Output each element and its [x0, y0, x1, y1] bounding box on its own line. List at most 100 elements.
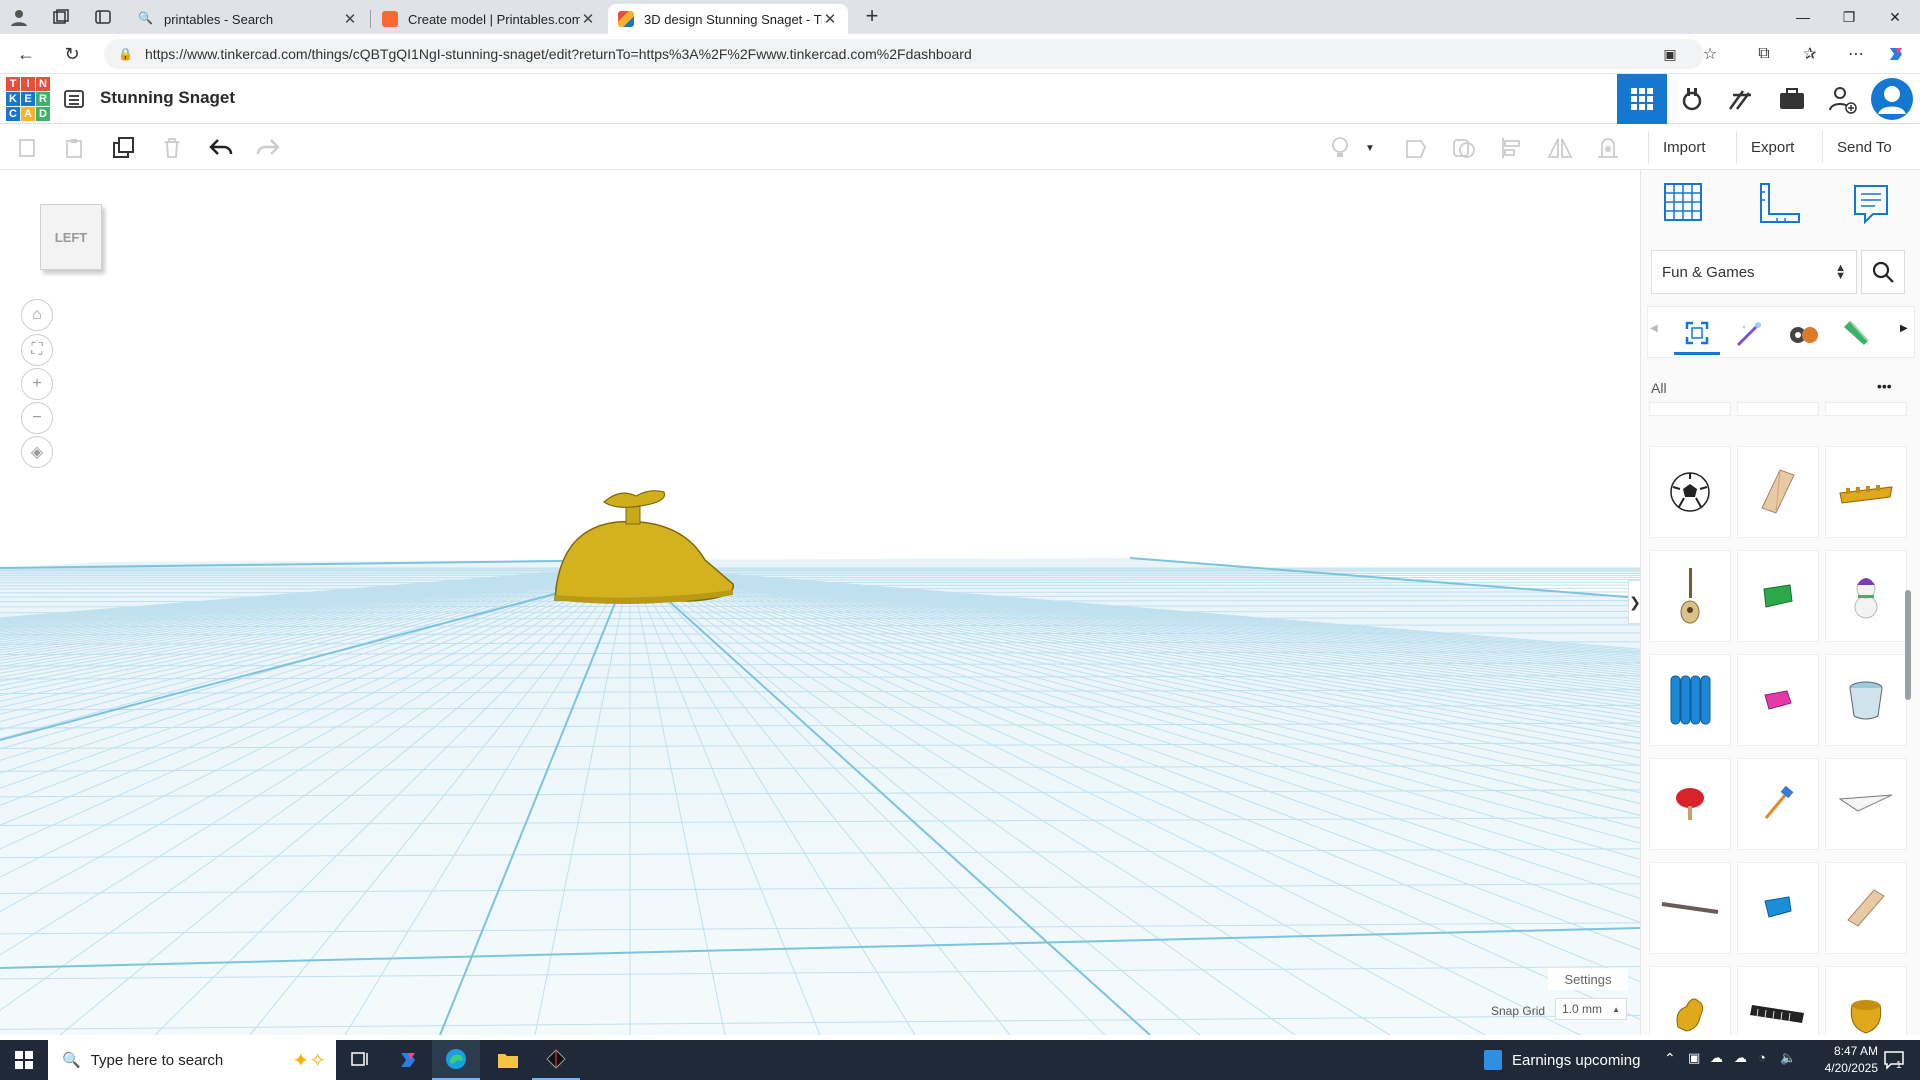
import-button[interactable]: Import	[1648, 131, 1720, 163]
extensions-icon[interactable]: ⧉	[1750, 40, 1778, 68]
bucket-shape[interactable]	[1825, 654, 1907, 746]
design-title[interactable]: Stunning Snaget	[100, 88, 235, 108]
reload-button[interactable]: ↻	[58, 40, 86, 68]
ping-pong-paddle-shape[interactable]	[1649, 758, 1731, 850]
gold-dog-shape[interactable]	[1649, 966, 1731, 1035]
shape-cell-partial[interactable]	[1825, 402, 1907, 416]
tinkercad-logo[interactable]: T I N K E R C A D	[6, 77, 50, 121]
green-bill-shape[interactable]	[1737, 550, 1819, 642]
copilot-icon[interactable]	[1882, 40, 1910, 68]
paste-icon[interactable]	[58, 132, 90, 164]
carousel-sports-item[interactable]	[1784, 317, 1824, 351]
propeller-hat-shape[interactable]	[554, 490, 734, 604]
tab-printables-search[interactable]: 🔍 printables - Search ✕	[128, 4, 368, 34]
blue-tubes-shape[interactable]	[1649, 654, 1731, 746]
workplane-area[interactable]: LEFT ⌂ ⛶ + − ◈ ❯ Settings Snap Grid 1.0 …	[0, 170, 1640, 1035]
soccer-ball-shape[interactable]	[1649, 446, 1731, 538]
snowman-shape[interactable]	[1825, 550, 1907, 642]
tray-volume-icon[interactable]: 🔈	[1780, 1050, 1796, 1066]
copilot-taskbar-icon[interactable]	[384, 1040, 432, 1080]
shape-cell-partial[interactable]	[1649, 402, 1731, 416]
delete-icon[interactable]	[156, 132, 188, 164]
pink-puzzle-shape[interactable]	[1737, 654, 1819, 746]
close-icon[interactable]: ✕	[822, 10, 838, 28]
profile-icon[interactable]	[8, 6, 30, 28]
bricks-icon[interactable]	[1717, 74, 1767, 124]
notes-icon[interactable]	[1851, 182, 1891, 226]
view-cube[interactable]: LEFT	[40, 204, 102, 270]
tray-cloud-off-icon[interactable]: ☁	[1710, 1050, 1723, 1066]
align-icon[interactable]	[1496, 132, 1528, 164]
cruise-icon[interactable]	[1592, 132, 1624, 164]
redo-icon[interactable]	[252, 132, 284, 164]
task-view-icon[interactable]	[336, 1040, 384, 1080]
windows-start-icon[interactable]	[0, 1040, 48, 1080]
perspective-toggle-button[interactable]: ◈	[21, 436, 53, 468]
taskbar-search-box[interactable]: 🔍 Type here to search ✦✧	[48, 1040, 336, 1080]
avatar[interactable]	[1867, 74, 1917, 124]
wand-stick-shape[interactable]	[1649, 862, 1731, 954]
carousel-right-icon[interactable]: ▶	[1900, 323, 1908, 334]
design-list-icon[interactable]	[62, 87, 86, 111]
file-explorer-icon[interactable]	[484, 1040, 532, 1080]
ungroup-icon[interactable]	[1448, 132, 1480, 164]
notifications-icon[interactable]: 1	[1882, 1048, 1906, 1072]
sim-lab-icon[interactable]	[1767, 74, 1817, 124]
blue-shirt-shape[interactable]	[1737, 862, 1819, 954]
edge-browser-icon[interactable]	[432, 1040, 480, 1080]
tray-onedrive-icon[interactable]: ☁	[1734, 1050, 1747, 1066]
workplane-grid[interactable]	[0, 170, 1640, 1035]
tray-meet-icon[interactable]: ▣	[1688, 1050, 1700, 1066]
gold-pot-shape[interactable]	[1825, 966, 1907, 1035]
news-widget[interactable]: Earnings upcoming	[1484, 1040, 1640, 1080]
close-icon[interactable]: ✕	[580, 10, 596, 28]
settings-button[interactable]: Settings	[1548, 968, 1628, 990]
favorite-star-icon[interactable]: ☆	[1696, 40, 1724, 68]
export-button[interactable]: Export	[1736, 131, 1808, 163]
tab-tinkercad-design[interactable]: 3D design Stunning Snaget - Tink ✕	[608, 4, 848, 34]
restore-button[interactable]: ❐	[1826, 0, 1872, 34]
more-menu-icon[interactable]: ⋯	[1842, 40, 1870, 68]
workspaces-icon[interactable]	[52, 8, 70, 26]
clock[interactable]: 8:47 AM 4/20/2025	[1808, 1043, 1878, 1077]
notes-light-icon[interactable]	[1324, 132, 1356, 164]
wood-plank-small-shape[interactable]	[1825, 862, 1907, 954]
carousel-green-item[interactable]	[1838, 317, 1874, 351]
shape-cell-partial[interactable]	[1737, 402, 1819, 416]
wood-plank-shape[interactable]	[1737, 446, 1819, 538]
chevron-down-icon[interactable]: ▼	[1360, 132, 1380, 164]
zoom-in-button[interactable]: +	[21, 368, 53, 400]
more-options-icon[interactable]: •••	[1877, 378, 1892, 394]
3d-view-button[interactable]	[1617, 74, 1667, 124]
send-to-button[interactable]: Send To	[1822, 131, 1906, 163]
mirror-icon[interactable]	[1544, 132, 1576, 164]
ruler-icon[interactable]	[1757, 182, 1801, 226]
url-field[interactable]: 🔒 https://www.tinkercad.com/things/cQBTg…	[104, 39, 1704, 69]
paper-plane-shape[interactable]	[1825, 758, 1907, 850]
copy-icon[interactable]	[12, 132, 44, 164]
keyboard-shape[interactable]	[1737, 966, 1819, 1035]
gold-crown-shape[interactable]	[1825, 446, 1907, 538]
tab-printables-create[interactable]: Create model | Printables.com ✕	[372, 4, 606, 34]
fit-view-button[interactable]: ⛶	[21, 334, 53, 366]
snap-grid-select[interactable]: 1.0 mm ▲	[1555, 998, 1627, 1020]
undo-icon[interactable]	[205, 132, 237, 164]
carousel-left-icon[interactable]: ◀	[1650, 323, 1658, 334]
carousel-all-shapes-item[interactable]	[1674, 313, 1720, 355]
duplicate-icon[interactable]	[108, 132, 140, 164]
group-icon[interactable]	[1400, 132, 1432, 164]
tray-chevron-icon[interactable]: ⌃	[1664, 1050, 1676, 1067]
hammer-shape[interactable]	[1737, 758, 1819, 850]
zoom-out-button[interactable]: −	[21, 402, 53, 434]
guitar-shape[interactable]	[1649, 550, 1731, 642]
favorites-icon[interactable]: ✰	[1796, 40, 1824, 68]
panel-scrollbar[interactable]	[1905, 590, 1911, 700]
add-user-icon[interactable]	[1817, 74, 1867, 124]
app-available-icon[interactable]: ▣	[1656, 40, 1684, 68]
home-view-button[interactable]: ⌂	[21, 299, 53, 331]
panel-collapse-arrow[interactable]: ❯	[1628, 580, 1640, 624]
carousel-wand-item[interactable]	[1732, 317, 1768, 351]
app-diamond-icon[interactable]	[532, 1040, 580, 1080]
new-tab-button[interactable]: +	[860, 4, 884, 28]
window-close-button[interactable]: ✕	[1872, 0, 1918, 34]
